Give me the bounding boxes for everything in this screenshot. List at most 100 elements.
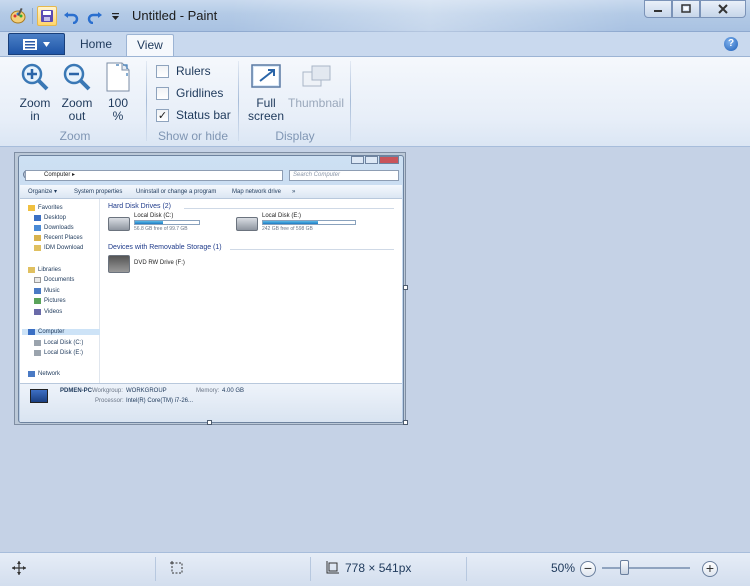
thumbnail-button[interactable]: Thumbnail — [286, 61, 346, 110]
explorer-nav-pane: Favorites Desktop Downloads Recent Place… — [20, 199, 100, 383]
menu-icon — [23, 38, 37, 50]
explorer-content-pane: Hard Disk Drives (2) Local Disk (C:) 56.… — [104, 199, 400, 383]
undo-button[interactable] — [61, 6, 81, 26]
gridlines-checkbox[interactable]: Gridlines — [156, 83, 223, 103]
display-group-label: Display — [275, 129, 315, 143]
group-separator — [238, 61, 239, 141]
resize-handle-bottom[interactable] — [207, 420, 212, 425]
canvas-image[interactable]: Computer ▸ Search Computer Organize ▾ Sy… — [14, 152, 406, 425]
full-screen-label-2: screen — [247, 109, 285, 123]
zoom-in-button[interactable]: Zoom in — [12, 61, 58, 123]
videos-icon — [34, 309, 41, 315]
drive-e: Local Disk (E:) 242 GB free of 598 GB — [236, 213, 356, 232]
save-icon — [41, 10, 53, 22]
nav-idm-download: IDM Download — [34, 245, 83, 251]
memory-label: Memory: — [196, 388, 220, 394]
tab-home[interactable]: Home — [70, 34, 122, 56]
gridlines-checkbox-box[interactable] — [156, 86, 169, 100]
explorer-address-bar: Computer ▸ — [25, 170, 283, 181]
processor-value: Intel(R) Core(TM) i7-26... — [126, 398, 194, 404]
status-bar-label: Status bar — [176, 108, 231, 122]
thumbnail-icon — [302, 65, 331, 87]
explorer-toolbar: Organize ▾ System properties Uninstall o… — [20, 185, 402, 199]
system-properties-label: System properties — [74, 189, 123, 195]
full-screen-button[interactable]: Full screen — [244, 61, 288, 123]
zoom-out-button[interactable]: Zoom out — [54, 61, 100, 123]
save-button[interactable] — [37, 6, 57, 26]
nav-libraries: Libraries — [28, 267, 61, 273]
uninstall-label: Uninstall or change a program — [136, 189, 217, 195]
full-screen-icon — [251, 64, 281, 88]
explorer-details-pane: PDMEN-PC Workgroup: WORKGROUP Memory: 4.… — [20, 383, 402, 422]
status-separator — [310, 557, 311, 581]
drive-e-free: 242 GB free of 598 GB — [262, 226, 313, 232]
redo-icon — [87, 12, 102, 24]
removable-title: Devices with Removable Storage (1) — [108, 244, 222, 251]
nav-desktop: Desktop — [34, 215, 66, 221]
zoom-group: Zoom in Zoom out 100 % Zoom — [6, 57, 144, 145]
processor-label: Processor: — [95, 398, 124, 404]
nav-documents: Documents — [34, 277, 74, 283]
thumbnail-label: Thumbnail — [287, 96, 345, 110]
explorer-close-icon — [379, 156, 399, 164]
desktop-icon — [34, 215, 41, 221]
computer-icon — [30, 389, 48, 403]
zoom-in-small-button[interactable]: + — [702, 561, 718, 577]
selection-size — [170, 561, 184, 575]
resize-handle-corner[interactable] — [403, 420, 408, 425]
status-bar-checkbox-box[interactable]: ✓ — [156, 108, 169, 122]
zoom-slider-track[interactable] — [602, 567, 690, 569]
chevron-down-icon — [43, 41, 50, 47]
close-button[interactable] — [700, 0, 746, 18]
restore-icon — [681, 4, 691, 13]
rulers-checkbox-box[interactable] — [156, 64, 169, 78]
customize-qat-button[interactable] — [109, 6, 121, 26]
star-icon — [28, 205, 35, 211]
ribbon-tab-row: Home View ? — [0, 32, 750, 56]
pasted-explorer-window: Computer ▸ Search Computer Organize ▾ Sy… — [18, 155, 404, 423]
pc-name: PDMEN-PC — [60, 388, 93, 394]
nav-network: Network — [28, 371, 60, 377]
zoom-group-label: Zoom — [59, 129, 91, 143]
status-bar: 778 × 541px 50% − + — [0, 552, 750, 586]
recent-places-icon — [34, 235, 41, 241]
paint-app-icon[interactable] — [8, 6, 28, 26]
map-drive-label: Map network drive — [232, 189, 282, 195]
workgroup-label: Workgroup: — [92, 388, 123, 394]
workgroup-value: WORKGROUP — [126, 388, 167, 394]
cursor-position — [12, 561, 26, 575]
zoom-slider-thumb[interactable] — [620, 560, 629, 575]
maximize-button[interactable] — [672, 0, 700, 18]
zoom-in-label-2: in — [30, 109, 40, 123]
ribbon-view: Zoom in Zoom out 100 % Zoom Rulers Gridl… — [0, 56, 750, 147]
zoom-level-text: 50% — [551, 561, 576, 575]
minimize-button[interactable] — [644, 0, 672, 18]
paint-menu-button[interactable] — [8, 33, 65, 55]
redo-button[interactable] — [85, 6, 105, 26]
dvd-drive-name: DVD RW Drive (F:) — [134, 260, 185, 266]
zoom-100-button[interactable]: 100 % — [98, 61, 138, 123]
minimize-icon — [654, 10, 662, 12]
resize-handle-right[interactable] — [403, 285, 408, 290]
explorer-maximize-icon — [365, 156, 378, 164]
title-bar-background — [230, 0, 630, 32]
canvas-workspace[interactable]: Computer ▸ Search Computer Organize ▾ Sy… — [0, 147, 750, 552]
window-controls — [644, 0, 746, 18]
dvd-drive: DVD RW Drive (F:) — [108, 255, 185, 273]
zoom-out-small-button[interactable]: − — [580, 561, 596, 577]
hard-drive-icon — [236, 217, 258, 231]
dvd-drive-icon — [108, 255, 130, 273]
drive-c-name: Local Disk (C:) — [134, 213, 174, 219]
explorer-body: Favorites Desktop Downloads Recent Place… — [20, 199, 402, 383]
drive-e-usage-bar — [262, 220, 356, 225]
tab-view[interactable]: View — [126, 34, 174, 56]
status-separator — [155, 557, 156, 581]
status-separator — [466, 557, 467, 581]
organize-label: Organize ▾ — [28, 189, 58, 195]
rulers-checkbox[interactable]: Rulers — [156, 61, 211, 81]
explorer-caption-buttons — [351, 156, 399, 164]
help-icon[interactable]: ? — [724, 37, 738, 51]
status-bar-checkbox[interactable]: ✓ Status bar — [156, 105, 231, 125]
drive-c-usage-bar — [134, 220, 200, 225]
zoom-100-label-2: % — [112, 109, 124, 123]
